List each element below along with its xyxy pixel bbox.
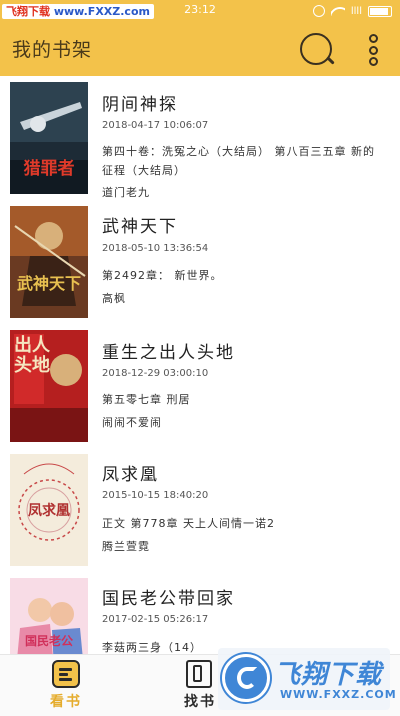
bookshelf-icon-line [59, 668, 72, 671]
watermark-emblem-icon [222, 654, 270, 702]
book-cover-title: 国民老公 [24, 634, 73, 648]
tab-read[interactable]: 看书 [36, 659, 96, 713]
more-menu-button[interactable] [362, 32, 384, 68]
tab-label: 看书 [50, 694, 82, 710]
find-book-icon-inner [193, 665, 202, 682]
more-vertical-icon [368, 34, 378, 43]
book-item[interactable]: 国民老公 国民老公带回家 2017-02-15 05:26:17 李菇两三身（1… [0, 578, 400, 654]
book-title: 重生之出人头地 [102, 343, 235, 363]
watermark-emblem-mark [237, 667, 257, 689]
book-latest-chapter: 第五零七章 刑居 [102, 393, 191, 406]
book-cover: 出人头地 [10, 330, 88, 442]
book-latest-chapter: 正文 第778章 天上人间情一诺2 [102, 517, 275, 530]
book-latest-chapter: 第四十卷：洗冤之心（大结局） 第八百三五章 新的征程（大结局） [102, 145, 375, 177]
book-item[interactable]: 凤求凰 凤求凰 2015-10-15 18:40:20 正文 第778章 天上人… [0, 454, 400, 576]
bookshelf-icon [52, 660, 80, 688]
book-cover-title: 武神天下 [16, 274, 81, 293]
book-latest-chapter: 第2492章： 新世界。 [102, 269, 223, 282]
book-updated-time: 2015-10-15 18:40:20 [102, 490, 209, 501]
book-updated-time: 2017-02-15 05:26:17 [102, 614, 209, 625]
search-button[interactable] [298, 31, 336, 69]
book-cover-title: 凤求凰 [28, 503, 70, 519]
bookshelf-icon-line [59, 678, 72, 681]
watermark-url: WWW.FXXZ.COM [280, 688, 397, 701]
more-vertical-icon-dot [368, 57, 378, 66]
book-author: 腾兰萱霓 [102, 540, 150, 553]
book-cover-title: 出人头地 [14, 335, 50, 376]
book-cover: 凤求凰 [10, 454, 88, 566]
book-item[interactable]: 出人头地 重生之出人头地 2018-12-29 03:00:10 第五零七章 刑… [0, 330, 400, 452]
wifi-icon [331, 6, 345, 16]
book-cover: 国民老公 [10, 578, 88, 654]
book-cover-art [10, 206, 88, 318]
search-icon-handle [326, 56, 335, 65]
battery-icon [368, 5, 392, 17]
book-author: 高枫 [102, 292, 126, 305]
book-item[interactable]: 武神天下 武神天下 2018-05-10 13:36:54 第2492章： 新世… [0, 206, 400, 328]
book-title: 凤求凰 [102, 465, 159, 485]
alarm-icon [312, 5, 325, 17]
book-updated-time: 2018-05-10 13:36:54 [102, 243, 209, 254]
battery-level [370, 7, 388, 15]
page-title: 我的书架 [12, 39, 93, 61]
book-cover: 武神天下 [10, 206, 88, 318]
status-bar: 飞翔下载 www.FXXZ.com 23:12 llll [0, 0, 400, 22]
book-cover-title: 猎罪者 [23, 159, 75, 179]
watermark-brand: 飞翔下载 [274, 660, 383, 690]
book-author: 道门老九 [102, 186, 150, 199]
book-author: 闹闹不爱闹 [102, 416, 162, 429]
book-updated-time: 2018-12-29 03:00:10 [102, 368, 209, 379]
bookshelf-list: 猎罪者 阴间神探 2018-04-17 10:06:07 第四十卷：洗冤之心（大… [0, 76, 400, 654]
book-title: 国民老公带回家 [102, 589, 235, 609]
book-updated-time: 2018-04-17 10:06:07 [102, 120, 209, 131]
watermark-logo: 飞翔下载 WWW.FXXZ.COM [218, 648, 396, 710]
more-vertical-icon-dot [368, 45, 378, 55]
signal-icon: llll [350, 5, 362, 17]
book-title: 武神天下 [102, 217, 178, 237]
app-header: 我的书架 [0, 22, 400, 76]
find-book-icon [186, 660, 212, 688]
book-title: 阴间神探 [102, 95, 178, 115]
book-item[interactable]: 猎罪者 阴间神探 2018-04-17 10:06:07 第四十卷：洗冤之心（大… [0, 82, 400, 204]
book-cover: 猎罪者 [10, 82, 88, 194]
bookshelf-icon-line [59, 673, 68, 676]
status-icons: llll [312, 3, 392, 19]
